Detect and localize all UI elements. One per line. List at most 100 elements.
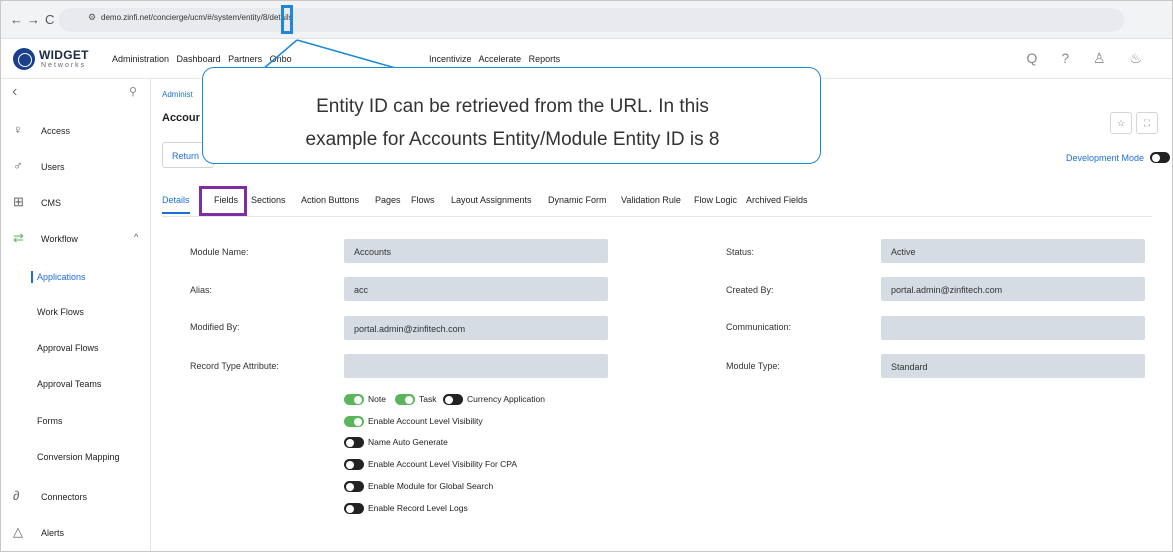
- tab-bar: Details Fields Sections Action Buttons P…: [162, 195, 1152, 217]
- menu-administration[interactable]: Administration: [112, 54, 169, 64]
- task-toggle[interactable]: [395, 394, 415, 406]
- main-menu: Administration Dashboard Partners Onbo: [112, 54, 297, 64]
- development-mode-label: Development Mode: [1065, 153, 1144, 163]
- sidebar-sub-approval-teams[interactable]: Approval Teams: [37, 379, 101, 389]
- tab-action-buttons[interactable]: Action Buttons: [301, 195, 359, 205]
- menu-dashboard[interactable]: Dashboard: [177, 54, 221, 64]
- reload-icon[interactable]: C: [45, 12, 54, 27]
- alias-field[interactable]: acc: [344, 277, 608, 301]
- tab-flows[interactable]: Flows: [411, 195, 435, 205]
- menu-onboard[interactable]: Onbo: [270, 54, 292, 64]
- callout-text: Entity ID can be retrieved from the URL.…: [203, 90, 822, 156]
- module-type-field[interactable]: Standard: [881, 354, 1145, 378]
- account-visibility-cpa-option[interactable]: Enable Account Level Visibility For CPA: [344, 459, 517, 471]
- global-search-option[interactable]: Enable Module for Global Search: [344, 481, 494, 493]
- sidebar: ‹ ⚲ ♀ Access ♂ Users ⊞ CMS ⇄ Workflow ^ …: [1, 79, 151, 551]
- development-mode-toggle[interactable]: [1150, 152, 1170, 163]
- sidebar-sub-applications[interactable]: Applications: [37, 272, 86, 282]
- menu-accelerate[interactable]: Accelerate: [479, 54, 522, 64]
- fields-tab-highlight: [199, 186, 247, 216]
- breadcrumb[interactable]: Administ: [162, 90, 193, 99]
- currency-toggle[interactable]: [443, 394, 463, 406]
- global-search-label: Enable Module for Global Search: [368, 481, 494, 491]
- globe-logo-icon: [13, 48, 35, 70]
- record-logs-label: Enable Record Level Logs: [368, 503, 468, 513]
- callout-line-2: example for Accounts Entity/Module Entit…: [305, 129, 720, 150]
- module-type-label: Module Type:: [726, 361, 780, 371]
- site-settings-icon[interactable]: ⚙: [88, 12, 96, 23]
- sidebar-item-users[interactable]: ♂ Users: [1, 155, 151, 179]
- logo-title: WIDGET: [39, 48, 89, 62]
- tab-pages[interactable]: Pages: [375, 195, 401, 205]
- users-icon: ♂: [13, 158, 23, 173]
- module-name-field[interactable]: Accounts: [344, 239, 608, 263]
- tab-sections[interactable]: Sections: [251, 195, 286, 205]
- task-label: Task: [419, 394, 437, 404]
- modified-by-field[interactable]: portal.admin@zinfitech.com: [344, 316, 608, 340]
- communication-field[interactable]: [881, 316, 1145, 340]
- name-auto-toggle[interactable]: [344, 437, 364, 449]
- sidebar-sub-conversion-mapping[interactable]: Conversion Mapping: [37, 452, 120, 462]
- sidebar-item-connectors[interactable]: ∂ Connectors: [1, 485, 151, 509]
- chevron-up-icon[interactable]: ^: [134, 232, 138, 242]
- module-name-label: Module Name:: [190, 247, 249, 257]
- tab-validation-rule[interactable]: Validation Rule: [621, 195, 681, 205]
- sidebar-label-alerts: Alerts: [41, 528, 65, 538]
- record-logs-option[interactable]: Enable Record Level Logs: [344, 503, 468, 515]
- account-visibility-toggle[interactable]: [344, 416, 364, 428]
- expand-icon[interactable]: ⛶: [1136, 112, 1158, 134]
- info-callout: Entity ID can be retrieved from the URL.…: [202, 67, 821, 164]
- account-visibility-cpa-toggle[interactable]: [344, 459, 364, 471]
- account-visibility-label: Enable Account Level Visibility: [368, 416, 483, 426]
- status-field[interactable]: Active: [881, 239, 1145, 263]
- sidebar-item-access[interactable]: ♀ Access: [1, 119, 151, 143]
- menu-partners[interactable]: Partners: [228, 54, 262, 64]
- header-icons[interactable]: Q ? ♙ ♨: [1027, 50, 1152, 67]
- sidebar-item-cms[interactable]: ⊞ CMS: [1, 191, 151, 215]
- record-type-label: Record Type Attribute:: [190, 361, 279, 371]
- tab-archived-fields[interactable]: Archived Fields: [746, 195, 808, 205]
- record-logs-toggle[interactable]: [344, 503, 364, 515]
- currency-option[interactable]: Currency Application: [443, 394, 545, 406]
- collapse-icon[interactable]: ‹: [12, 83, 17, 101]
- sidebar-item-alerts[interactable]: △ Alerts: [1, 521, 151, 545]
- tab-flow-logic[interactable]: Flow Logic: [694, 195, 737, 205]
- sidebar-sub-approval-flows[interactable]: Approval Flows: [37, 343, 99, 353]
- sidebar-label-users: Users: [41, 162, 65, 172]
- alias-label: Alias:: [190, 285, 213, 295]
- sidebar-label-workflow: Workflow: [41, 234, 78, 244]
- note-option[interactable]: Note: [344, 394, 386, 406]
- tab-details[interactable]: Details: [162, 195, 190, 214]
- sidebar-sub-work-flows[interactable]: Work Flows: [37, 307, 84, 317]
- sidebar-sub-forms[interactable]: Forms: [37, 416, 63, 426]
- record-type-field[interactable]: [344, 354, 608, 378]
- name-auto-label: Name Auto Generate: [368, 437, 448, 447]
- note-toggle[interactable]: [344, 394, 364, 406]
- name-auto-option[interactable]: Name Auto Generate: [344, 437, 448, 449]
- tab-dynamic-form[interactable]: Dynamic Form: [548, 195, 607, 205]
- workflow-icon: ⇄: [13, 230, 24, 245]
- back-arrow-icon[interactable]: ←: [10, 12, 23, 27]
- global-search-toggle[interactable]: [344, 481, 364, 493]
- callout-line-1: Entity ID can be retrieved from the URL.…: [316, 96, 709, 117]
- browser-toolbar: ← → C ⚙ demo.zinfi.net/concierge/ucm/#/s…: [1, 1, 1172, 39]
- account-visibility-option[interactable]: Enable Account Level Visibility: [344, 416, 483, 428]
- sidebar-item-workflow[interactable]: ⇄ Workflow ^: [1, 227, 151, 251]
- menu-reports[interactable]: Reports: [529, 54, 561, 64]
- screenshot-frame: ← → C ⚙ demo.zinfi.net/concierge/ucm/#/s…: [0, 0, 1173, 552]
- sidebar-label-connectors: Connectors: [41, 492, 88, 502]
- created-by-field[interactable]: portal.admin@zinfitech.com: [881, 277, 1145, 301]
- note-label: Note: [368, 394, 386, 404]
- url-entity-id-highlight: [281, 5, 293, 34]
- menu-incentivize[interactable]: Incentivize: [429, 54, 472, 64]
- task-option[interactable]: Task: [395, 394, 437, 406]
- page-title: Accour: [162, 112, 200, 124]
- account-visibility-cpa-label: Enable Account Level Visibility For CPA: [368, 459, 517, 469]
- bell-icon: △: [13, 524, 23, 539]
- url-text[interactable]: demo.zinfi.net/concierge/ucm/#/system/en…: [101, 13, 293, 22]
- pin-icon[interactable]: ⚲: [129, 85, 137, 98]
- pin-page-icon[interactable]: ☆: [1110, 112, 1132, 134]
- communication-label: Communication:: [726, 322, 792, 332]
- tab-layout-assignments[interactable]: Layout Assignments: [451, 195, 532, 205]
- forward-arrow-icon[interactable]: →: [27, 12, 40, 27]
